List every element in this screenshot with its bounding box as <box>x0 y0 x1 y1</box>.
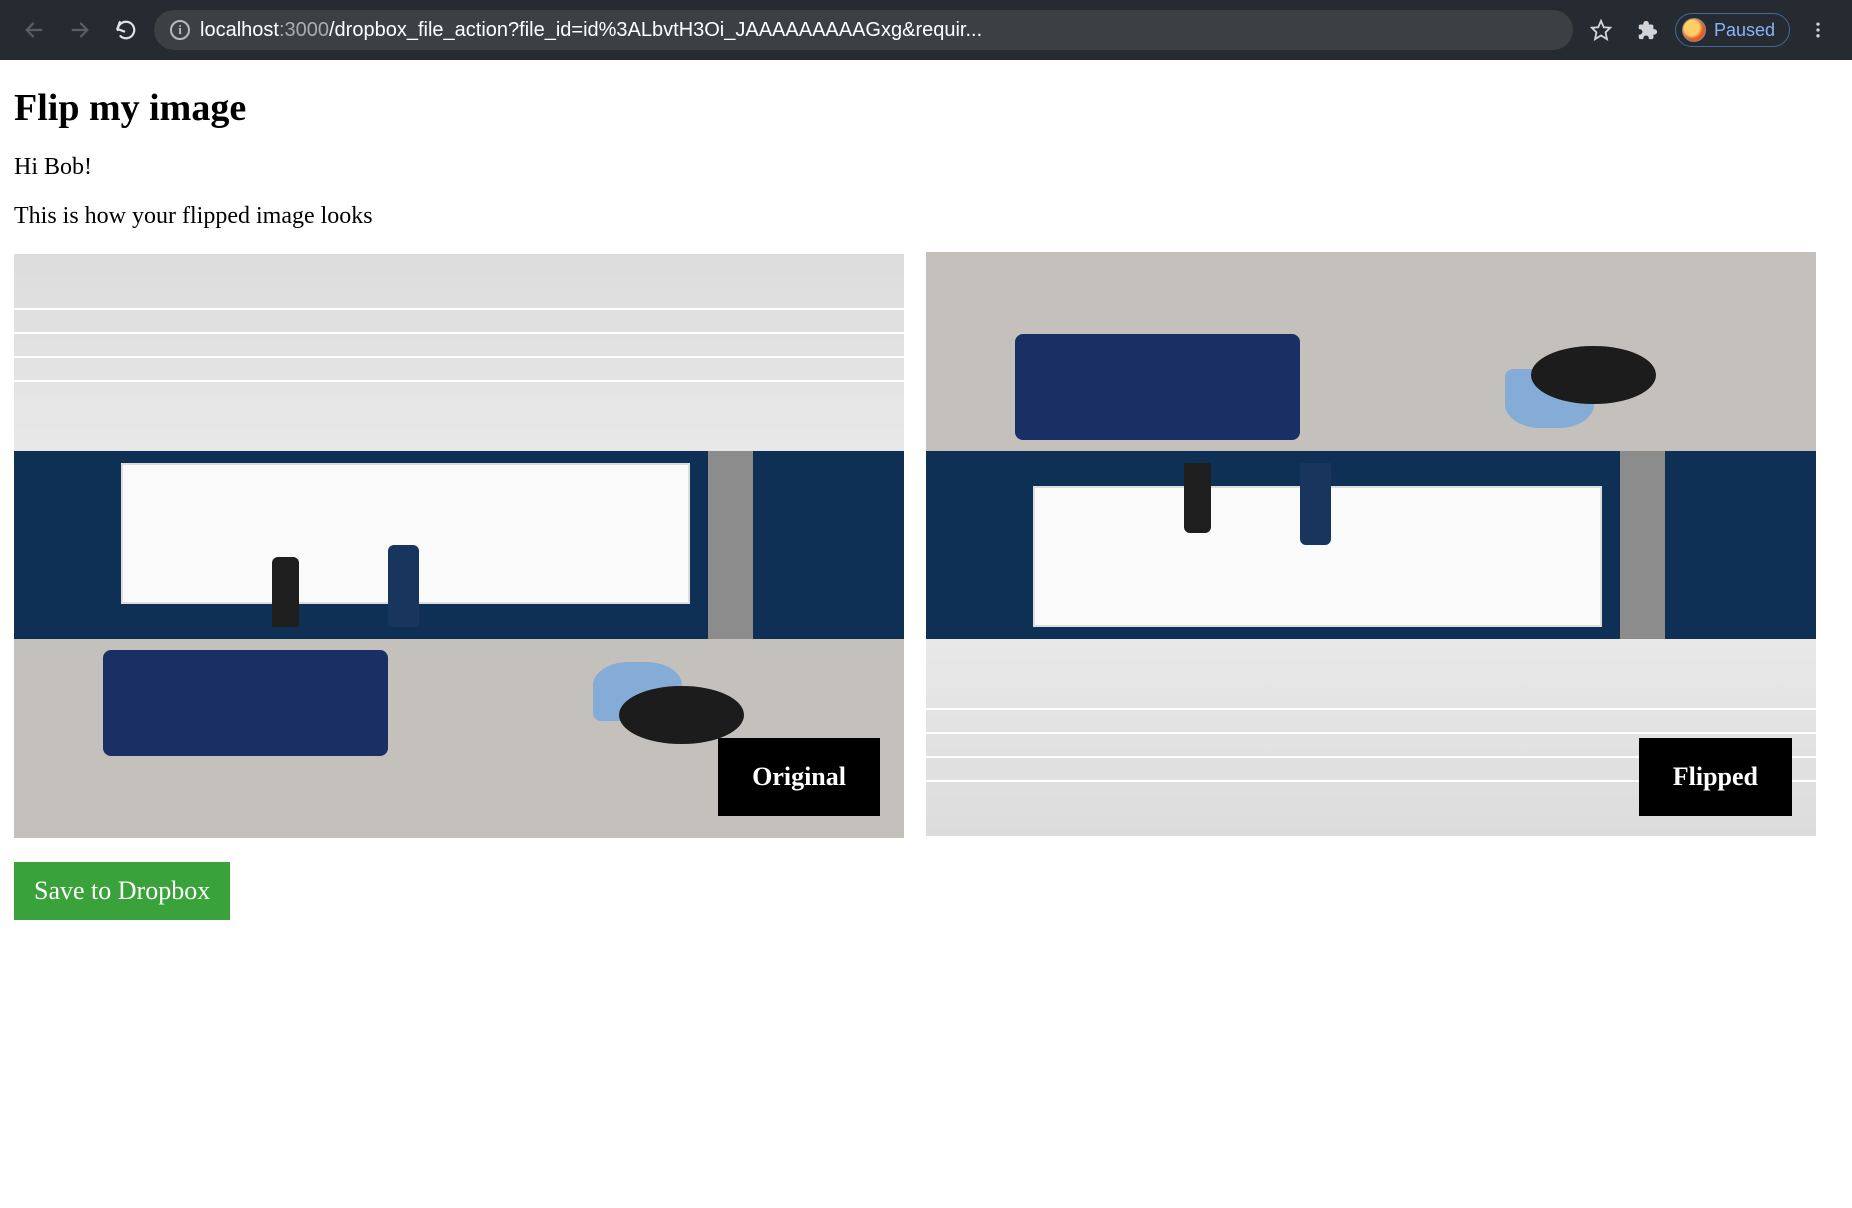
extensions-icon[interactable] <box>1629 12 1665 48</box>
profile-avatar-icon <box>1682 18 1706 42</box>
description-text: This is how your flipped image looks <box>14 203 1838 230</box>
paused-label: Paused <box>1714 20 1775 41</box>
address-bar[interactable]: i localhost:3000/dropbox_file_action?fil… <box>154 10 1573 50</box>
image-comparison-row: Original Flipped <box>14 252 1838 838</box>
save-to-dropbox-button[interactable]: Save to Dropbox <box>14 862 230 920</box>
url-text: localhost:3000/dropbox_file_action?file_… <box>200 19 1557 42</box>
original-image: Original <box>14 252 904 838</box>
bookmark-star-icon[interactable] <box>1583 12 1619 48</box>
forward-button[interactable] <box>62 12 98 48</box>
greeting-text: Hi Bob! <box>14 154 1838 181</box>
browser-menu-icon[interactable] <box>1800 12 1836 48</box>
back-button[interactable] <box>16 12 52 48</box>
flipped-image: Flipped <box>926 252 1816 838</box>
original-image-label: Original <box>718 738 880 816</box>
page-body: Flip my image Hi Bob! This is how your f… <box>0 60 1852 938</box>
reload-button[interactable] <box>108 12 144 48</box>
page-title: Flip my image <box>14 86 1838 130</box>
profile-paused-chip[interactable]: Paused <box>1675 13 1790 47</box>
flipped-image-label: Flipped <box>1639 738 1792 816</box>
browser-toolbar: i localhost:3000/dropbox_file_action?fil… <box>0 0 1852 60</box>
site-info-icon[interactable]: i <box>170 20 190 40</box>
